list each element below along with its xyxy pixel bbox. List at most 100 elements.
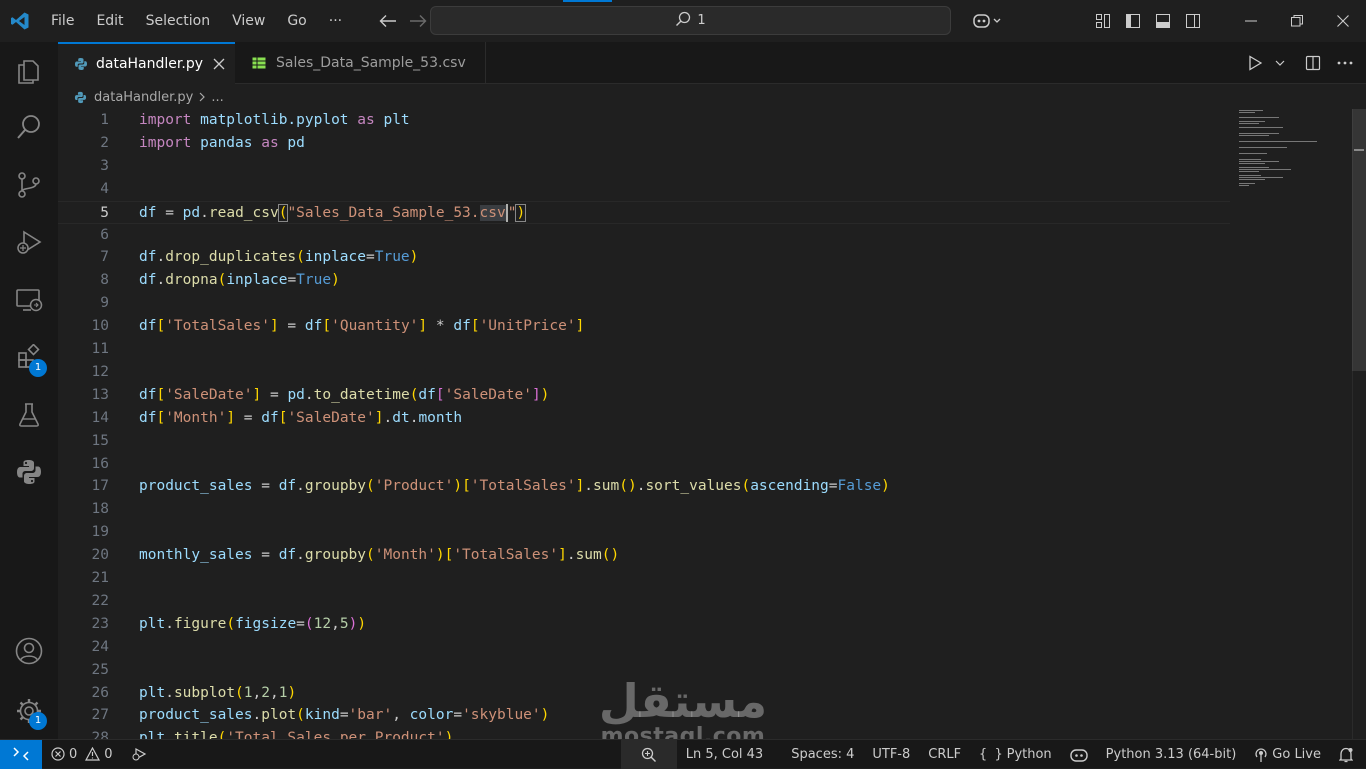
- line-number[interactable]: 20: [58, 544, 109, 567]
- code-line[interactable]: 12: [58, 361, 1230, 384]
- line-number[interactable]: 12: [58, 361, 109, 384]
- line-number[interactable]: 10: [58, 315, 109, 338]
- explorer-icon[interactable]: [0, 46, 58, 94]
- line-number[interactable]: 3: [58, 155, 109, 178]
- close-window-icon[interactable]: [1320, 0, 1366, 42]
- remote-indicator-icon[interactable]: [0, 739, 42, 769]
- line-number[interactable]: 26: [58, 682, 109, 705]
- copilot-icon[interactable]: [966, 6, 1010, 36]
- menu-selection[interactable]: Selection: [135, 6, 222, 36]
- line-number[interactable]: 5: [58, 202, 109, 225]
- line-number[interactable]: 7: [58, 246, 109, 269]
- code-line[interactable]: 2 import pandas as pd: [58, 132, 1230, 155]
- run-dropdown-chevron-icon[interactable]: [1272, 48, 1288, 78]
- remote-explorer-icon[interactable]: [0, 276, 58, 324]
- source-control-icon[interactable]: [0, 161, 58, 209]
- breadcrumb-file[interactable]: dataHandler.py: [94, 90, 193, 105]
- line-number[interactable]: 21: [58, 567, 109, 590]
- code-line[interactable]: 1 import matplotlib.pyplot as plt: [58, 109, 1230, 132]
- code-line[interactable]: 21: [58, 567, 1230, 590]
- split-editor-icon[interactable]: [1298, 48, 1328, 78]
- menu-file[interactable]: File: [40, 6, 85, 36]
- code-line[interactable]: 7 df.drop_duplicates(inplace=True): [58, 246, 1230, 269]
- tab-datahandler-py[interactable]: dataHandler.py: [58, 42, 235, 84]
- forward-arrow-icon[interactable]: [403, 6, 433, 36]
- code-line[interactable]: 14 df['Month'] = df['SaleDate'].dt.month: [58, 407, 1230, 430]
- copilot-status-icon[interactable]: [1061, 740, 1097, 769]
- line-number[interactable]: 9: [58, 292, 109, 315]
- code-line[interactable]: 5 df = pd.read_csv("Sales_Data_Sample_53.…: [58, 200, 1230, 225]
- customize-layout-icon[interactable]: [1088, 6, 1118, 36]
- cursor-position[interactable]: Ln 5, Col 43: [677, 740, 772, 769]
- code-line[interactable]: 16: [58, 453, 1230, 476]
- line-number[interactable]: 17: [58, 475, 109, 498]
- restore-icon[interactable]: [1274, 0, 1320, 42]
- line-number[interactable]: 28: [58, 727, 109, 739]
- accounts-icon[interactable]: [0, 627, 58, 675]
- code-line[interactable]: 24: [58, 636, 1230, 659]
- code-line[interactable]: 6: [58, 224, 1230, 247]
- code-line[interactable]: 4: [58, 178, 1230, 201]
- menu-more[interactable]: ···: [318, 6, 353, 36]
- code-line[interactable]: 10 df['TotalSales'] = df['Quantity'] * df…: [58, 315, 1230, 338]
- end-of-line[interactable]: CRLF: [919, 740, 970, 769]
- code-line[interactable]: 9: [58, 292, 1230, 315]
- menu-view[interactable]: View: [221, 6, 276, 36]
- code-line[interactable]: 13 df['SaleDate'] = pd.to_datetime(df['Sa…: [58, 384, 1230, 407]
- code-line[interactable]: 15: [58, 430, 1230, 453]
- line-number[interactable]: 8: [58, 269, 109, 292]
- line-number[interactable]: 16: [58, 453, 109, 476]
- editor-scrollbar[interactable]: [1352, 109, 1366, 739]
- minimize-icon[interactable]: [1228, 0, 1274, 42]
- testing-icon[interactable]: [0, 391, 58, 439]
- minimap[interactable]: [1235, 109, 1353, 199]
- run-debug-icon[interactable]: [0, 218, 58, 266]
- code-line[interactable]: 18: [58, 498, 1230, 521]
- code-line[interactable]: 23 plt.figure(figsize=(12,5)): [58, 613, 1230, 636]
- language-mode[interactable]: { } Python: [970, 740, 1061, 769]
- python-interpreter[interactable]: Python 3.13 (64-bit): [1097, 740, 1246, 769]
- menu-edit[interactable]: Edit: [85, 6, 134, 36]
- line-number[interactable]: 15: [58, 430, 109, 453]
- code-editor[interactable]: 1 import matplotlib.pyplot as plt 2 import …: [58, 109, 1366, 739]
- manage-gear-icon[interactable]: 1: [0, 687, 58, 735]
- line-number[interactable]: 11: [58, 338, 109, 361]
- menu-go[interactable]: Go: [276, 6, 317, 36]
- line-number[interactable]: 23: [58, 613, 109, 636]
- indentation[interactable]: Spaces: 4: [782, 740, 863, 769]
- notifications-bell-icon[interactable]: [1330, 740, 1362, 769]
- line-number[interactable]: 6: [58, 224, 109, 247]
- toggle-panel-icon[interactable]: [1148, 6, 1178, 36]
- line-number[interactable]: 25: [58, 659, 109, 682]
- line-number[interactable]: 22: [58, 590, 109, 613]
- toggle-primary-sidebar-icon[interactable]: [1118, 6, 1148, 36]
- extensions-icon[interactable]: 1: [0, 333, 58, 381]
- line-number[interactable]: 24: [58, 636, 109, 659]
- zoom-icon[interactable]: [620, 740, 677, 769]
- code-line[interactable]: 11: [58, 338, 1230, 361]
- debug-status-icon[interactable]: [122, 740, 156, 769]
- run-python-file-icon[interactable]: [1240, 48, 1270, 78]
- close-tab-icon[interactable]: [213, 58, 225, 70]
- encoding[interactable]: UTF-8: [863, 740, 919, 769]
- search-sidebar-icon[interactable]: [0, 103, 58, 151]
- go-live-button[interactable]: Go Live: [1245, 740, 1330, 769]
- problems-indicator[interactable]: 0 0: [42, 740, 122, 769]
- line-number[interactable]: 27: [58, 704, 109, 727]
- tab-sales-data-csv[interactable]: Sales_Data_Sample_53.csv: [236, 42, 486, 84]
- code-line[interactable]: 20 monthly_sales = df.groupby('Month')['T…: [58, 544, 1230, 567]
- python-icon[interactable]: [0, 448, 58, 496]
- code-line[interactable]: 8 df.dropna(inplace=True): [58, 269, 1230, 292]
- toggle-secondary-sidebar-icon[interactable]: [1178, 6, 1208, 36]
- line-number[interactable]: 18: [58, 498, 109, 521]
- more-actions-icon[interactable]: [1330, 48, 1360, 78]
- back-arrow-icon[interactable]: [373, 6, 403, 36]
- command-center-search[interactable]: 1: [430, 6, 951, 35]
- code-line[interactable]: 22: [58, 590, 1230, 613]
- line-number[interactable]: 14: [58, 407, 109, 430]
- line-number[interactable]: 1: [58, 109, 109, 132]
- code-line[interactable]: 3: [58, 155, 1230, 178]
- line-number[interactable]: 13: [58, 384, 109, 407]
- code-line[interactable]: 17 product_sales = df.groupby('Product')[…: [58, 475, 1230, 498]
- breadcrumb-symbol[interactable]: ...: [211, 90, 223, 105]
